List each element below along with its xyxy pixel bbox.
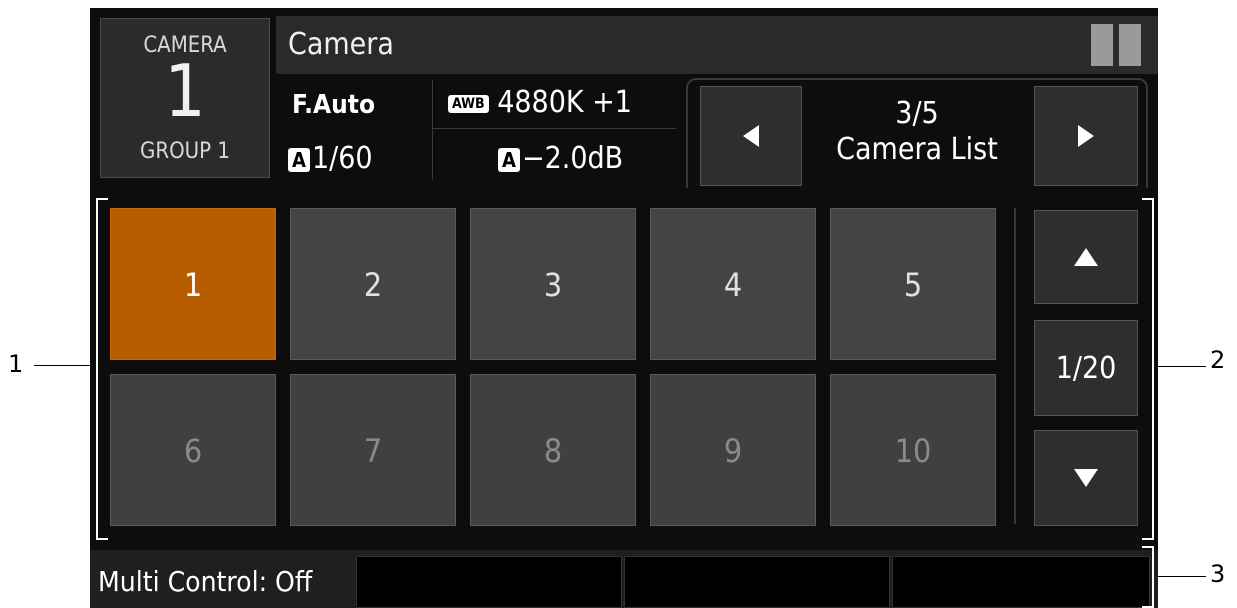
layout-icon[interactable] xyxy=(1091,24,1141,66)
page-title: Camera xyxy=(288,27,394,62)
camera-button[interactable]: 3 xyxy=(470,208,636,360)
camera-button[interactable]: 2 xyxy=(290,208,456,360)
focus-mode: F.Auto xyxy=(292,90,376,120)
callout-1: 1 xyxy=(8,350,24,378)
group-label: GROUP 1 xyxy=(140,139,230,164)
status-cell-3[interactable] xyxy=(892,556,1150,608)
grid-bracket xyxy=(96,198,108,540)
callout-1-line xyxy=(34,365,96,366)
status-cell-1[interactable] xyxy=(356,556,622,608)
camera-button[interactable]: 9 xyxy=(650,374,816,526)
awb-icon: AWB xyxy=(448,94,489,113)
next-page-button[interactable] xyxy=(1034,86,1138,186)
shutter-value: 1/60 xyxy=(312,141,373,176)
callout-2-line xyxy=(1152,366,1206,367)
gain: A −2.0dB xyxy=(498,144,623,174)
camera-button[interactable]: 6 xyxy=(110,374,276,526)
callout-3-line xyxy=(1152,576,1206,577)
left-arrow-icon xyxy=(743,125,759,147)
callout-2: 2 xyxy=(1210,346,1226,374)
scroll-down-button[interactable] xyxy=(1034,430,1138,526)
camera-control-screen: CAMERA 1 GROUP 1 Camera F.Auto A 1/60 AWB… xyxy=(90,8,1158,608)
callout-3: 3 xyxy=(1210,560,1226,588)
camera-button[interactable]: 8 xyxy=(470,374,636,526)
title-bar xyxy=(276,16,1158,74)
right-arrow-icon xyxy=(1078,125,1094,147)
side-bracket xyxy=(1142,198,1154,540)
shutter-speed: A 1/60 xyxy=(288,144,373,174)
info-divider xyxy=(432,80,433,180)
camera-grid: 1 2 3 4 5 6 7 8 9 10 xyxy=(110,208,1000,530)
page-label: Camera List xyxy=(836,132,998,167)
camera-button[interactable]: 10 xyxy=(830,374,996,526)
wb-value: 4880K +1 xyxy=(497,85,632,120)
info-hdivider xyxy=(432,128,676,129)
status-bracket xyxy=(1142,546,1154,608)
white-balance: AWB 4880K +1 xyxy=(448,88,632,118)
camera-button[interactable]: 7 xyxy=(290,374,456,526)
camera-id-box[interactable]: CAMERA 1 GROUP 1 xyxy=(100,18,270,178)
camera-number: 1 xyxy=(164,49,206,133)
up-arrow-icon xyxy=(1074,248,1098,266)
grid-divider xyxy=(1014,208,1016,524)
list-page-indicator: 1/20 xyxy=(1034,320,1138,416)
page-indicator: 3/5 Camera List xyxy=(806,96,1028,168)
page-number: 3/5 xyxy=(895,96,939,131)
scroll-up-button[interactable] xyxy=(1034,210,1138,304)
gain-value: −2.0dB xyxy=(522,141,624,176)
auto-icon: A xyxy=(498,147,520,172)
auto-icon: A xyxy=(288,147,310,172)
camera-button[interactable]: 1 xyxy=(110,208,276,360)
status-cell-2[interactable] xyxy=(624,556,890,608)
prev-page-button[interactable] xyxy=(700,86,802,186)
camera-button[interactable]: 5 xyxy=(830,208,996,360)
camera-button[interactable]: 4 xyxy=(650,208,816,360)
multi-control-status[interactable]: Multi Control: Off xyxy=(98,556,312,608)
down-arrow-icon xyxy=(1074,469,1098,487)
